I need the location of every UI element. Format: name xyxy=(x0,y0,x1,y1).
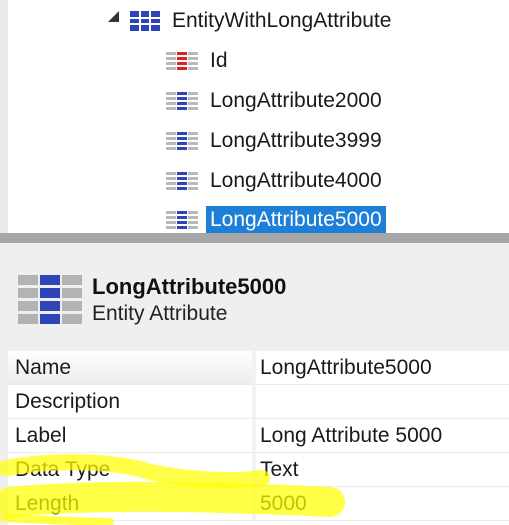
tree-node-label: LongAttribute5000 xyxy=(206,206,386,233)
entity-attribute-icon xyxy=(18,275,82,324)
properties-header: LongAttribute5000 Entity Attribute xyxy=(0,243,509,345)
attribute-icon xyxy=(166,92,198,110)
collapse-arrow-icon[interactable] xyxy=(108,11,119,22)
tree-node-entity[interactable]: EntityWithLongAttribute xyxy=(130,6,395,36)
column-divider xyxy=(252,487,256,520)
properties-panel: LongAttribute5000 Entity Attribute Name … xyxy=(0,243,509,525)
property-row-length[interactable]: Length 5000 xyxy=(8,487,509,521)
column-divider xyxy=(252,351,256,384)
tree-node-longattribute4000[interactable]: LongAttribute4000 xyxy=(166,166,386,196)
model-tree: EntityWithLongAttribute Id LongAttribute… xyxy=(0,0,509,233)
tree-node-label: LongAttribute4000 xyxy=(210,169,382,192)
object-title: LongAttribute5000 xyxy=(92,274,287,299)
property-name: Description xyxy=(15,390,121,413)
property-row-label[interactable]: Label Long Attribute 5000 xyxy=(8,419,509,453)
property-grid: Name LongAttribute5000 Description Label… xyxy=(8,351,509,525)
property-name: Length xyxy=(15,492,80,515)
identifier-attribute-icon xyxy=(166,52,198,70)
tree-node-longattribute3999[interactable]: LongAttribute3999 xyxy=(166,126,386,156)
property-value[interactable]: 5000 xyxy=(260,487,307,520)
property-row-description[interactable]: Description xyxy=(8,385,509,419)
tree-node-longattribute2000[interactable]: LongAttribute2000 xyxy=(166,86,386,116)
property-row-name[interactable]: Name LongAttribute5000 xyxy=(8,351,509,385)
column-divider xyxy=(252,385,256,418)
property-name: Data Type xyxy=(15,458,111,481)
property-row-data-type[interactable]: Data Type Text xyxy=(8,453,509,487)
entity-table-icon xyxy=(130,11,160,31)
tree-node-label: EntityWithLongAttribute xyxy=(172,9,392,32)
attribute-icon xyxy=(166,172,198,190)
column-divider xyxy=(252,419,256,452)
tree-node-longattribute5000[interactable]: LongAttribute5000 xyxy=(166,205,386,233)
property-value[interactable]: Long Attribute 5000 xyxy=(260,419,442,452)
tree-node-label: Id xyxy=(210,49,228,72)
panel-splitter[interactable] xyxy=(0,233,509,243)
property-value[interactable]: Text xyxy=(260,453,299,486)
tree-node-label: LongAttribute3999 xyxy=(210,129,382,152)
property-name: Name xyxy=(8,351,252,384)
tree-node-label: LongAttribute2000 xyxy=(210,89,382,112)
property-name: Label xyxy=(15,424,67,447)
property-value[interactable]: LongAttribute5000 xyxy=(260,351,432,384)
attribute-icon xyxy=(166,132,198,150)
attribute-icon xyxy=(166,211,198,229)
tree-node-id[interactable]: Id xyxy=(166,46,232,76)
object-type: Entity Attribute xyxy=(92,302,228,325)
column-divider xyxy=(252,453,256,486)
